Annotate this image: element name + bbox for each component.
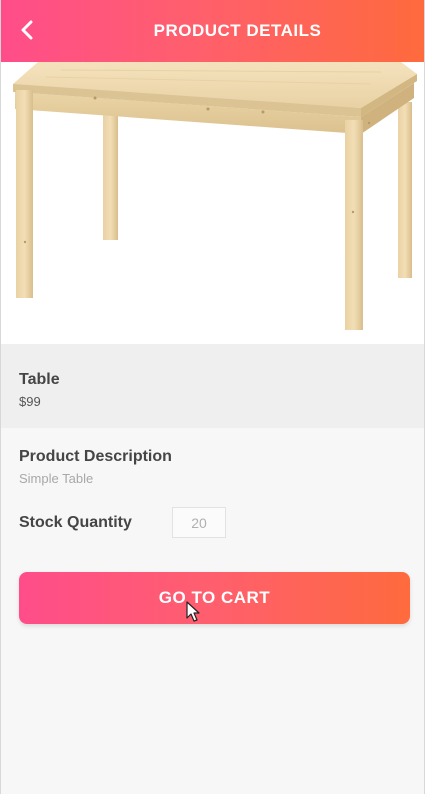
product-image [1,62,424,344]
product-price: $99 [19,394,41,409]
stock-quantity-label: Stock Quantity [19,514,132,531]
description-label: Product Description [19,448,172,465]
mouse-cursor-icon [186,601,200,622]
app-header: PRODUCT DETAILS [1,0,424,62]
description-value: Simple Table [19,471,94,486]
chevron-left-icon [21,20,33,40]
back-button[interactable] [11,14,43,46]
product-name: Table [19,371,60,388]
table-photo [13,62,417,330]
page-title: PRODUCT DETAILS [153,21,322,40]
product-summary: Table $99 [1,344,424,428]
go-to-cart-button[interactable]: GO TO CART [19,572,410,624]
app-screen: PRODUCT DETAILS Table $99 Product Descri… [0,0,425,794]
stock-quantity-field[interactable]: 20 [172,507,226,538]
